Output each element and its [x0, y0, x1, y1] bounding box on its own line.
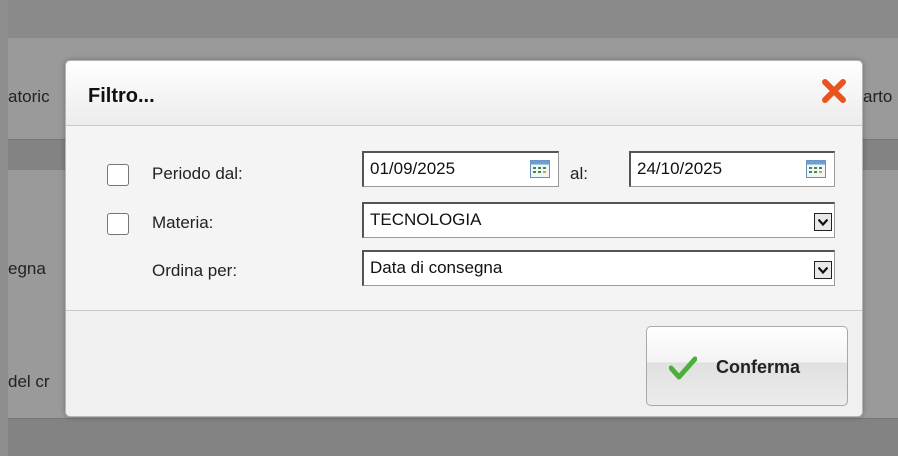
background-text-fragment: egna [8, 259, 46, 278]
period-checkbox[interactable] [107, 164, 129, 186]
background-bottom-bar [8, 418, 898, 456]
subject-select[interactable]: TECNOLOGIA [362, 202, 835, 238]
confirm-label: Conferma [716, 357, 801, 377]
dialog-body: Periodo dal: 01/09/2025 al: 24/10/2025 M… [66, 126, 862, 311]
subject-selected-value: TECNOLOGIA [370, 210, 482, 229]
subject-label: Materia: [152, 213, 214, 232]
dialog-footer: Conferma [66, 311, 862, 416]
close-x-icon [822, 79, 846, 103]
period-to-label: al: [570, 164, 588, 183]
calendar-icon[interactable] [806, 160, 826, 178]
background-text-fragment: del cr [8, 372, 50, 391]
chevron-down-icon[interactable] [814, 261, 832, 279]
confirm-button[interactable]: Conferma [646, 326, 848, 406]
sort-label: Ordina per: [152, 261, 238, 280]
filter-dialog: Filtro... Periodo dal: 01/09/2025 al: 24… [65, 60, 863, 417]
background-text-fragment: atoric [8, 87, 50, 106]
period-to-input[interactable]: 24/10/2025 [629, 151, 835, 187]
subject-checkbox[interactable] [107, 213, 129, 235]
background-text-fragment: arto [863, 87, 893, 106]
close-button[interactable] [820, 77, 848, 105]
period-from-input[interactable]: 01/09/2025 [362, 151, 559, 187]
period-to-value: 24/10/2025 [637, 159, 723, 178]
background-top-bar [8, 0, 898, 39]
calendar-icon[interactable] [530, 160, 550, 178]
period-from-value: 01/09/2025 [370, 159, 456, 178]
dialog-title: Filtro... [88, 85, 155, 107]
sort-selected-value: Data di consegna [370, 258, 503, 277]
chevron-down-icon[interactable] [814, 213, 832, 231]
background-left-edge [0, 0, 8, 455]
dialog-header: Filtro... [66, 61, 862, 126]
checkmark-icon [669, 356, 697, 380]
sort-select[interactable]: Data di consegna [362, 250, 835, 286]
period-label: Periodo dal: [152, 164, 243, 183]
